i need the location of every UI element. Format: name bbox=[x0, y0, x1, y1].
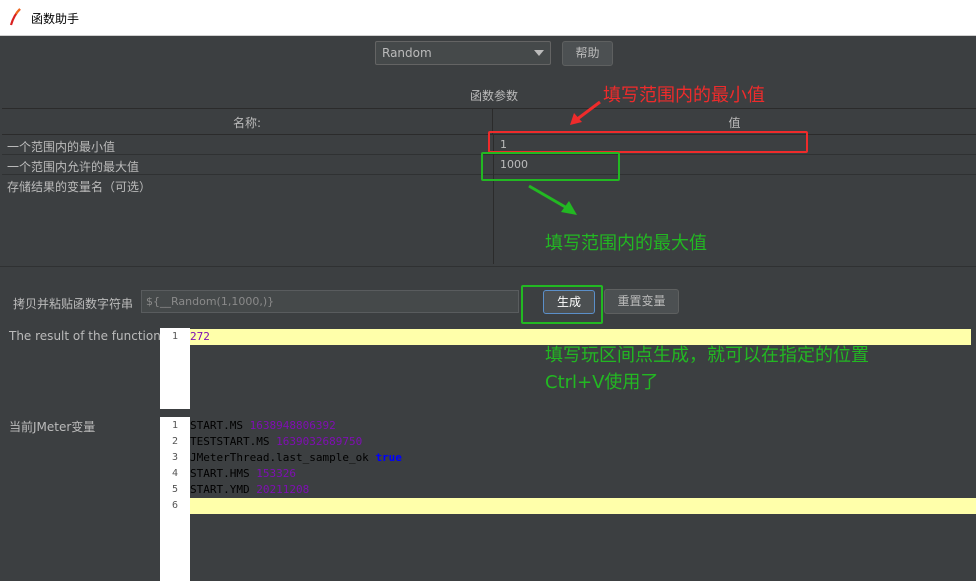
var-value: 1638948806392 bbox=[249, 419, 336, 432]
var-key: START.YMD bbox=[190, 483, 250, 496]
var-key: TESTSTART.MS bbox=[190, 435, 270, 448]
var-line: TESTSTART.MS 1639032689750 bbox=[190, 435, 362, 448]
jmeter-vars-label: 当前JMeter变量 bbox=[9, 420, 96, 434]
var-key: JMeterThread.last_sample_ok bbox=[190, 451, 369, 464]
max-value-highlight-box bbox=[481, 152, 620, 181]
line-number: 2 bbox=[171, 436, 178, 447]
generate-note-line2: Ctrl+V使用了 bbox=[545, 372, 659, 393]
line-number: 1 bbox=[171, 331, 178, 342]
var-value: true bbox=[375, 451, 402, 464]
help-button[interactable]: 帮助 bbox=[562, 41, 613, 66]
param-name: 存储结果的变量名（可选） bbox=[7, 180, 152, 194]
generate-highlight-box bbox=[521, 285, 603, 324]
line-number: 6 bbox=[171, 500, 178, 511]
jmeter-vars-editor[interactable]: 1 START.MS 1638948806392 2 TESTSTART.MS … bbox=[160, 417, 976, 581]
param-name: 一个范围内允许的最大值 bbox=[7, 160, 140, 174]
window-title: 函数助手 bbox=[31, 12, 80, 26]
max-value-note: 填写范围内的最大值 bbox=[545, 233, 707, 254]
var-value: 20211208 bbox=[256, 483, 310, 496]
result-value: 272 bbox=[190, 330, 210, 343]
var-value: 1639032689750 bbox=[276, 435, 363, 448]
min-value-note: 填写范围内的最小值 bbox=[603, 85, 765, 106]
function-select[interactable]: Random bbox=[375, 41, 551, 65]
params-section-title: 函数参数 bbox=[469, 89, 518, 103]
var-value: 153326 bbox=[256, 467, 296, 480]
copy-paste-label: 拷贝并粘贴函数字符串 bbox=[13, 297, 134, 311]
reset-variables-button[interactable]: 重置变量 bbox=[604, 289, 679, 314]
line-number: 3 bbox=[171, 452, 178, 463]
title-bar: 函数助手 bbox=[0, 0, 976, 36]
current-line-highlight bbox=[190, 498, 976, 514]
param-name: 一个范围内的最小值 bbox=[7, 140, 116, 154]
result-label: The result of the function is bbox=[9, 329, 175, 343]
chevron-down-icon bbox=[534, 50, 544, 56]
green-arrow-icon bbox=[528, 184, 577, 215]
column-header-name[interactable]: 名称: bbox=[2, 109, 493, 135]
editor-gap bbox=[160, 409, 976, 417]
var-line: START.YMD 20211208 bbox=[190, 483, 309, 496]
line-number: 1 bbox=[171, 420, 178, 431]
function-string-field[interactable]: ${__Random(1,1000,)} bbox=[141, 290, 519, 313]
line-number: 4 bbox=[171, 468, 178, 479]
function-string-value: ${__Random(1,1000,)} bbox=[146, 295, 275, 308]
var-line: JMeterThread.last_sample_ok true bbox=[190, 451, 402, 464]
generate-note-line1: 填写玩区间点生成，就可以在指定的位置 bbox=[545, 345, 869, 366]
var-key: START.MS bbox=[190, 419, 243, 432]
function-select-value: Random bbox=[382, 46, 432, 60]
jmeter-feather-icon bbox=[9, 8, 21, 26]
section-divider bbox=[0, 266, 976, 267]
min-value-highlight-box bbox=[488, 131, 808, 153]
line-number: 5 bbox=[171, 484, 178, 495]
var-key: START.HMS bbox=[190, 467, 250, 480]
var-line: START.HMS 153326 bbox=[190, 467, 296, 480]
var-line: START.MS 1638948806392 bbox=[190, 419, 336, 432]
